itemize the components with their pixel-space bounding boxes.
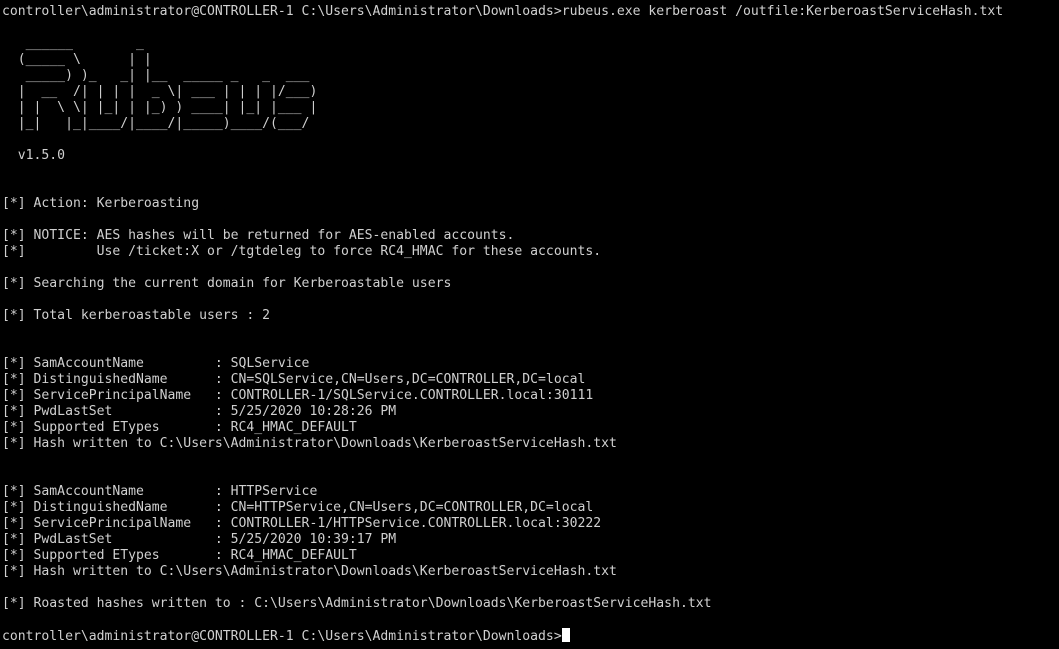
output-line: [*] Supported ETypes : RC4_HMAC_DEFAULT bbox=[2, 548, 357, 563]
command-prompt-line[interactable]: controller\administrator@CONTROLLER-1 C:… bbox=[2, 628, 1059, 644]
output-line: [*] Total kerberoastable users : 2 bbox=[2, 308, 271, 323]
output-line: [*] Roasted hashes written to : C:\Users… bbox=[2, 596, 712, 611]
prompt-text: controller\administrator@CONTROLLER-1 C:… bbox=[2, 629, 562, 644]
output-line: (_____ \ | | bbox=[2, 52, 152, 67]
output-line: [*] SamAccountName : SQLService bbox=[2, 356, 310, 371]
output-line: [*] Supported ETypes : RC4_HMAC_DEFAULT bbox=[2, 420, 357, 435]
terminal-output: controller\administrator@CONTROLLER-1 C:… bbox=[2, 4, 1059, 628]
output-line: [*] Action: Kerberoasting bbox=[2, 196, 200, 211]
output-line: |_| |_|____/|____/|_____)____/(___/ bbox=[2, 116, 310, 131]
output-line: [*] NOTICE: AES hashes will be returned … bbox=[2, 228, 515, 243]
output-line: controller\administrator@CONTROLLER-1 C:… bbox=[2, 4, 1004, 19]
output-line: v1.5.0 bbox=[2, 148, 66, 163]
output-line: [*] ServicePrincipalName : CONTROLLER-1/… bbox=[2, 516, 602, 531]
output-line: [*] Use /ticket:X or /tgtdeleg to force … bbox=[2, 244, 602, 259]
terminal-window[interactable]: controller\administrator@CONTROLLER-1 C:… bbox=[0, 0, 1059, 649]
output-line: [*] PwdLastSet : 5/25/2020 10:39:17 PM bbox=[2, 532, 397, 547]
text-cursor bbox=[561, 628, 570, 642]
output-line: [*] DistinguishedName : CN=SQLService,CN… bbox=[2, 372, 586, 387]
output-line: [*] DistinguishedName : CN=HTTPService,C… bbox=[2, 500, 594, 515]
output-line: ______ _ bbox=[2, 36, 144, 51]
output-line: [*] PwdLastSet : 5/25/2020 10:28:26 PM bbox=[2, 404, 397, 419]
output-line: [*] SamAccountName : HTTPService bbox=[2, 484, 318, 499]
output-line: | __ /| | | | _ \| ___ | | | |/___) bbox=[2, 84, 318, 99]
output-line: [*] ServicePrincipalName : CONTROLLER-1/… bbox=[2, 388, 594, 403]
output-line: [*] Hash written to C:\Users\Administrat… bbox=[2, 564, 617, 579]
output-line: [*] Hash written to C:\Users\Administrat… bbox=[2, 436, 617, 451]
output-line: [*] Searching the current domain for Ker… bbox=[2, 276, 452, 291]
output-line: | | \ \| |_| | |_) ) ____| |_| |___ | bbox=[2, 100, 318, 115]
output-line: _____) )_ _| |__ _____ _ _ ___ bbox=[2, 68, 310, 83]
